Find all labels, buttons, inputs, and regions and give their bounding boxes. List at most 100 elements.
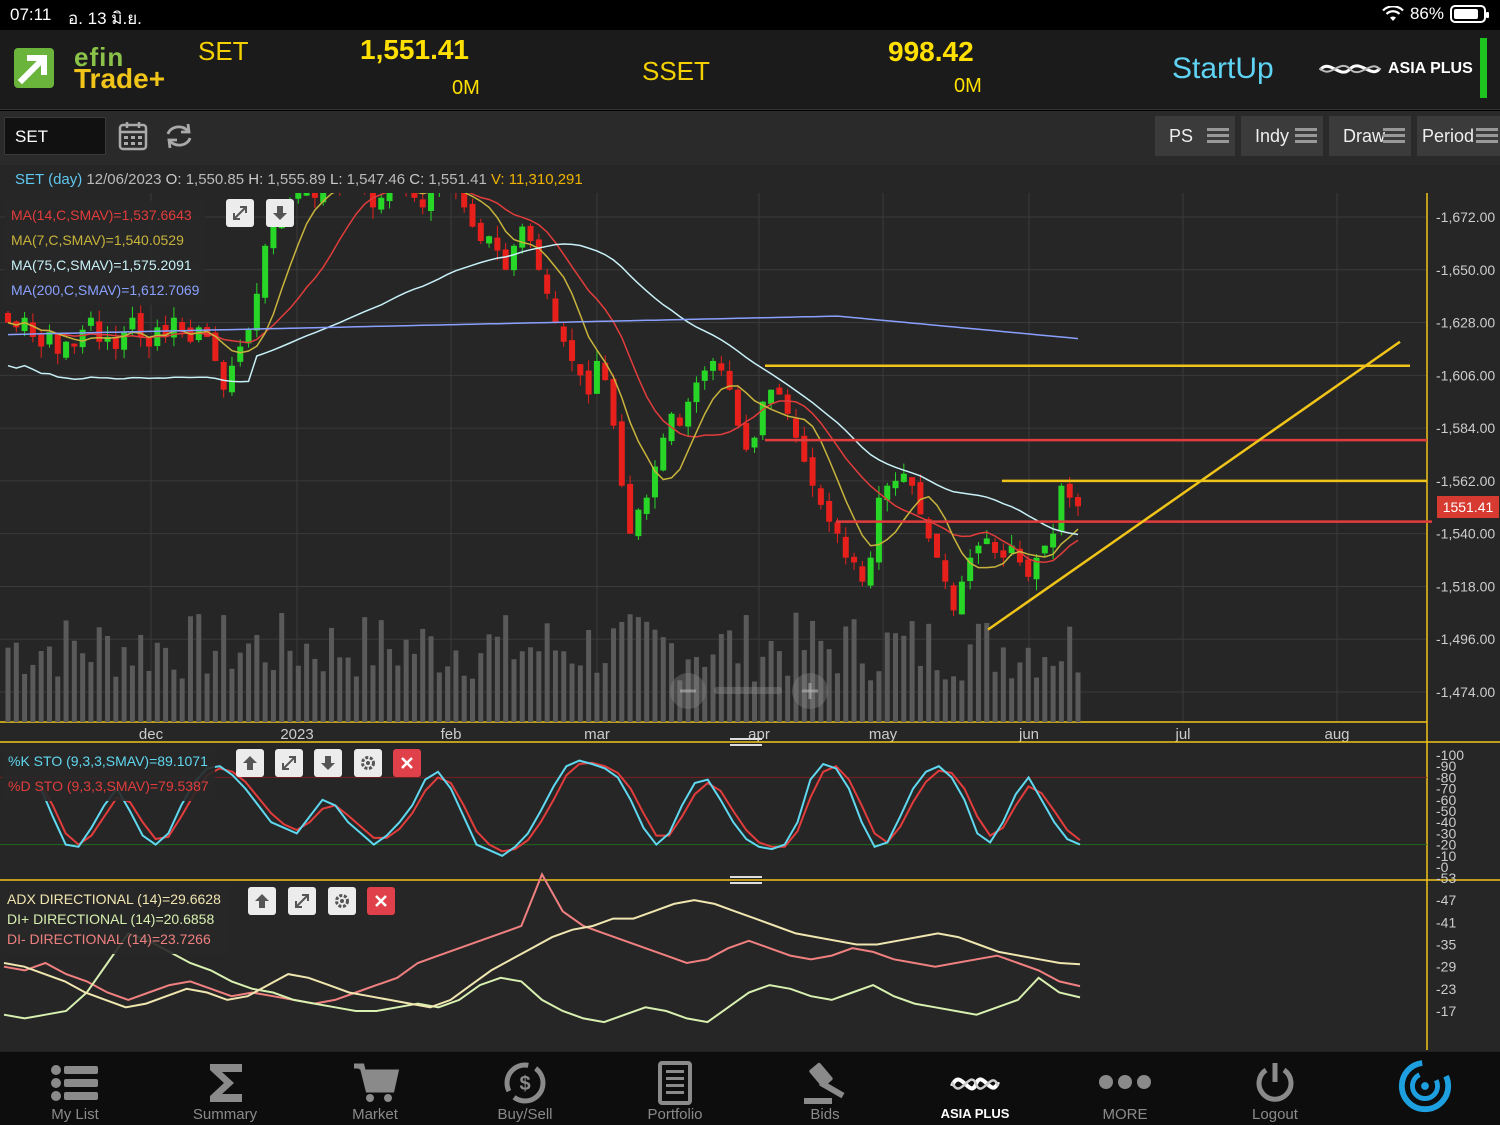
candle-body bbox=[975, 545, 982, 554]
volume-bar bbox=[519, 651, 525, 722]
info-volume: 11,310,291 bbox=[508, 171, 583, 188]
candle-body bbox=[1075, 497, 1081, 507]
asiaplus-swirl-icon bbox=[1318, 64, 1382, 74]
volume-bar bbox=[627, 614, 633, 722]
gear-icon bbox=[361, 756, 375, 770]
nav-logout[interactable]: Logout bbox=[1200, 1052, 1350, 1125]
status-bar: 07:11 อ. 13 มิ.ย. 86% bbox=[0, 0, 1500, 30]
volume-bar bbox=[229, 668, 235, 722]
volume-bar bbox=[370, 665, 376, 722]
x-tick-label: feb bbox=[441, 726, 462, 743]
candle-body bbox=[419, 199, 426, 208]
expand-sto-button[interactable] bbox=[275, 749, 303, 777]
candle-body bbox=[859, 566, 866, 582]
volume-bar bbox=[1034, 677, 1040, 722]
expand-price-button[interactable] bbox=[226, 199, 254, 227]
chart-area[interactable]: -1,672.00 -1,650.00 -1,628.00 -1,606.00 -1,5… bbox=[0, 164, 1500, 1051]
candle-body bbox=[909, 477, 916, 486]
menu-icon bbox=[1383, 128, 1405, 144]
nav-my-list[interactable]: My List bbox=[0, 1052, 150, 1125]
expand-adx-button[interactable] bbox=[288, 887, 316, 915]
period-button[interactable]: Period bbox=[1417, 116, 1500, 156]
app-logo[interactable]: efin Trade+ bbox=[12, 44, 165, 93]
volume-bar bbox=[843, 626, 849, 722]
volume-bar bbox=[362, 617, 368, 722]
nav-buy-sell[interactable]: $ Buy/Sell bbox=[450, 1052, 600, 1125]
volume-bar bbox=[1058, 661, 1064, 722]
volume-bar bbox=[934, 670, 940, 722]
settings-sto-button[interactable] bbox=[354, 749, 382, 777]
volume-bar bbox=[478, 653, 484, 722]
y-tick-label: -1,518.00 bbox=[1436, 578, 1495, 594]
candle-body bbox=[734, 389, 741, 426]
move-up-sto-button[interactable] bbox=[236, 749, 264, 777]
sigma-icon bbox=[210, 1064, 242, 1102]
info-high: 1,555.89 bbox=[267, 171, 326, 188]
legend-d: %D STO (9,3,3,SMAV)=79.5387 bbox=[8, 778, 209, 794]
volume-bar bbox=[96, 627, 102, 722]
move-up-adx-button[interactable] bbox=[248, 887, 276, 915]
nav-asia-plus[interactable]: ASIA PLUS bbox=[900, 1052, 1050, 1125]
arrow-down-icon bbox=[273, 206, 287, 220]
candle-body bbox=[63, 341, 70, 358]
nav-market[interactable]: Market bbox=[300, 1052, 450, 1125]
move-down-sto-button[interactable] bbox=[314, 749, 342, 777]
volume-bar bbox=[22, 673, 28, 722]
info-symbol: SET (day) bbox=[15, 171, 83, 188]
close-adx-button[interactable] bbox=[367, 887, 395, 915]
nav-efin-logo[interactable] bbox=[1350, 1052, 1500, 1125]
index2-name[interactable]: SSET bbox=[642, 56, 710, 87]
adx-legend: ADX DIRECTIONAL (14)=29.6628 DI+ DIRECTI… bbox=[1, 885, 227, 954]
volume-bar bbox=[436, 672, 442, 722]
calendar-icon[interactable] bbox=[116, 119, 150, 153]
candle-body bbox=[469, 203, 476, 227]
volume-bar bbox=[129, 665, 135, 722]
close-sto-button[interactable] bbox=[393, 749, 421, 777]
y-tick-label: -1,540.00 bbox=[1436, 526, 1495, 542]
info-date: 12/06/2023 bbox=[86, 171, 162, 188]
candle-body bbox=[593, 360, 600, 394]
candle-body bbox=[262, 245, 269, 298]
ps-button[interactable]: PS bbox=[1155, 116, 1235, 156]
volume-bar bbox=[395, 665, 401, 722]
volume-bar bbox=[868, 680, 874, 722]
nav-bids[interactable]: Bids bbox=[750, 1052, 900, 1125]
volume-bar bbox=[5, 647, 11, 722]
arrow-down-icon bbox=[321, 756, 335, 770]
refresh-icon[interactable] bbox=[162, 119, 196, 153]
symbol-input[interactable]: SET bbox=[4, 117, 106, 155]
candle-body bbox=[1066, 483, 1073, 498]
candle-body bbox=[693, 382, 700, 403]
x-tick-label: mar bbox=[584, 726, 610, 743]
volume-bar bbox=[295, 665, 301, 722]
index1-name[interactable]: SET bbox=[198, 36, 249, 67]
candle-body bbox=[585, 370, 592, 395]
index2-volume: 0M bbox=[954, 75, 982, 97]
expand-icon bbox=[282, 756, 296, 770]
candle-body bbox=[867, 557, 874, 586]
move-down-price-button[interactable] bbox=[266, 199, 294, 227]
volume-bar bbox=[187, 616, 193, 722]
volume-bar bbox=[635, 617, 641, 722]
draw-button[interactable]: Draw bbox=[1329, 116, 1411, 156]
settings-adx-button[interactable] bbox=[328, 887, 356, 915]
volume-bar bbox=[851, 619, 857, 722]
startup-link[interactable]: StartUp bbox=[1172, 52, 1274, 86]
candle-body bbox=[768, 389, 775, 404]
x-tick-label: dec bbox=[139, 726, 164, 743]
x-tick-label: aug bbox=[1324, 726, 1349, 743]
candle-body bbox=[933, 533, 940, 558]
zoom-slider[interactable] bbox=[668, 671, 828, 711]
nav-summary[interactable]: Summary bbox=[150, 1052, 300, 1125]
candle-body bbox=[146, 337, 153, 347]
volume-bar bbox=[204, 673, 210, 722]
indy-button[interactable]: Indy bbox=[1241, 116, 1323, 156]
exchange-icon: $ bbox=[504, 1062, 546, 1104]
nav-portfolio[interactable]: Portfolio bbox=[600, 1052, 750, 1125]
candle-body bbox=[660, 437, 667, 471]
nav-more[interactable]: MORE bbox=[1050, 1052, 1200, 1125]
candle-body bbox=[295, 193, 302, 199]
volume-bar bbox=[13, 642, 19, 722]
candle-body bbox=[96, 321, 103, 342]
candle-body bbox=[303, 188, 310, 196]
